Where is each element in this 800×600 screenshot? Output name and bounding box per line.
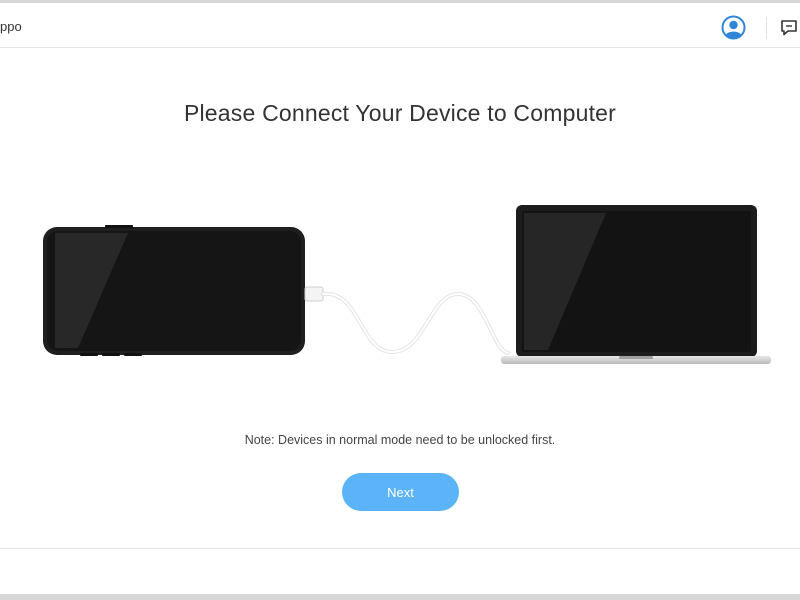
page-title: Please Connect Your Device to Computer (183, 100, 617, 126)
unlock-note: Note: Devices in normal mode need to be … (244, 433, 556, 447)
laptop-image (501, 205, 771, 364)
feedback-button[interactable] (780, 19, 798, 37)
app-window: ppo Please Connect Your Device to Comput… (0, 0, 800, 600)
header-bar: ppo (0, 3, 800, 48)
footer-divider (0, 548, 800, 549)
window-bottom-border (0, 594, 800, 600)
chat-bubble-icon (781, 20, 797, 36)
app-title: ppo (0, 19, 22, 34)
user-circle-icon (721, 15, 746, 40)
account-button[interactable] (721, 15, 746, 40)
phone-image (43, 225, 305, 356)
next-button[interactable]: Next (342, 473, 459, 511)
connection-illustration-svg (43, 205, 771, 364)
header-divider (766, 17, 767, 39)
connection-illustration (0, 190, 800, 390)
usb-cable-image (304, 286, 510, 355)
